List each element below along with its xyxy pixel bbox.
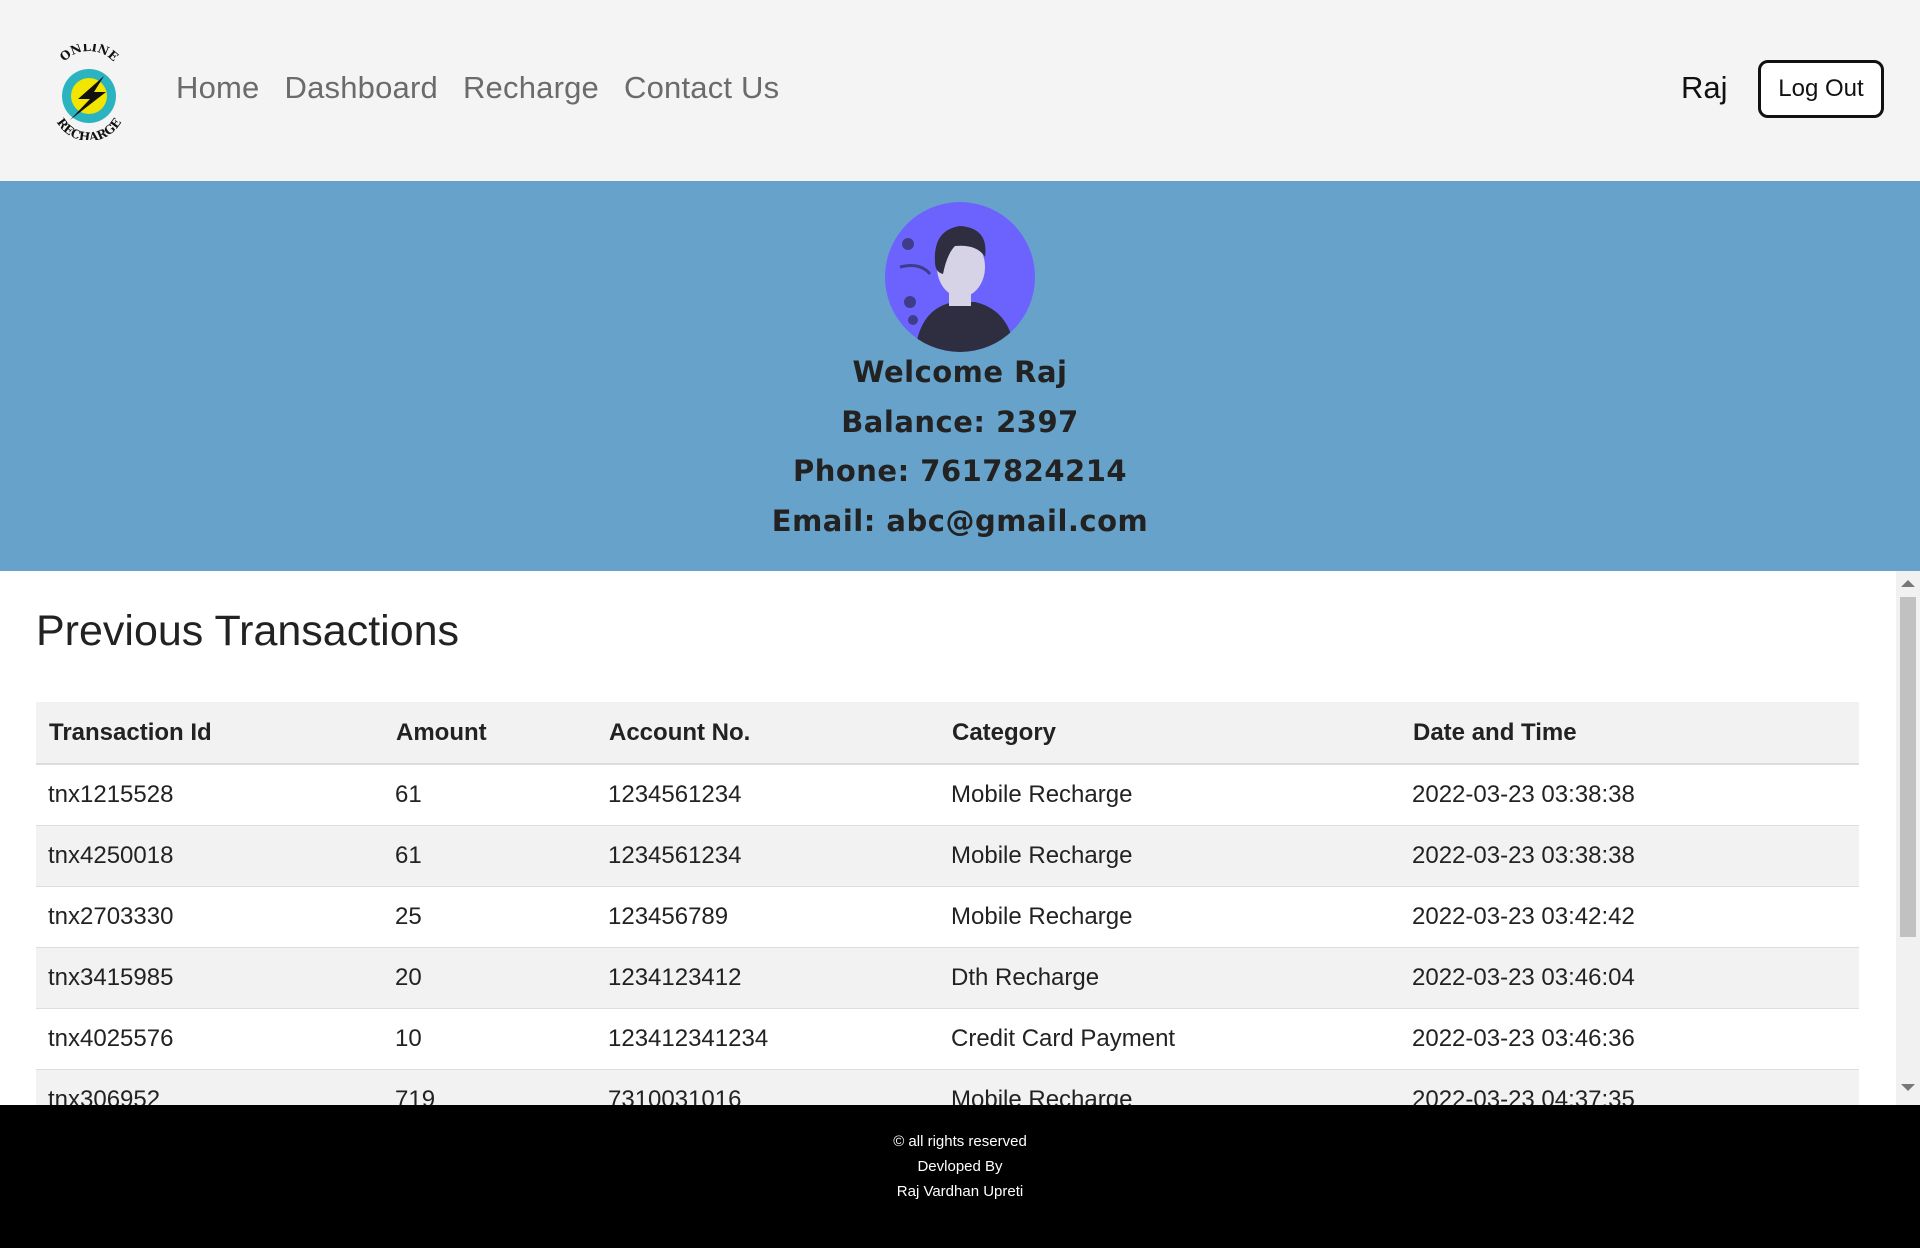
balance-text: Balance: 2397 xyxy=(841,405,1079,439)
table-row: tnx4250018 61 1234561234 Mobile Recharge… xyxy=(36,825,1859,887)
cell-account-no: 7310031016 xyxy=(596,1069,939,1105)
svg-text:ONLINE: ONLINE xyxy=(57,44,121,64)
nav-contact-us[interactable]: Contact Us xyxy=(624,70,779,106)
cell-transaction-id: tnx3415985 xyxy=(36,947,383,1009)
footer: © all rights reserved Devloped By Raj Va… xyxy=(0,1105,1920,1248)
transactions-table: Transaction Id Amount Account No. Catego… xyxy=(36,702,1859,1105)
scrollbar-thumb[interactable] xyxy=(1900,597,1916,937)
table-header-row: Transaction Id Amount Account No. Catego… xyxy=(36,702,1859,765)
cell-account-no: 123412341234 xyxy=(596,1008,939,1070)
table-row: tnx1215528 61 1234561234 Mobile Recharge… xyxy=(36,764,1859,826)
cell-amount: 10 xyxy=(383,1008,596,1070)
cell-category: Mobile Recharge xyxy=(939,886,1400,948)
cell-date-time: 2022-03-23 04:37:35 xyxy=(1400,1069,1859,1105)
cell-category: Credit Card Payment xyxy=(939,1008,1400,1070)
cell-amount: 61 xyxy=(383,825,596,887)
cell-transaction-id: tnx2703330 xyxy=(36,886,383,948)
cell-amount: 61 xyxy=(383,764,596,826)
cell-transaction-id: tnx306952 xyxy=(36,1069,383,1105)
user-avatar xyxy=(885,202,1035,352)
table-row: tnx3415985 20 1234123412 Dth Recharge 20… xyxy=(36,947,1859,1009)
top-navbar: ONLINE RECHARGE Home Dashboard Recharge … xyxy=(0,0,1920,181)
header-account-no: Account No. xyxy=(596,702,939,765)
cell-transaction-id: tnx4250018 xyxy=(36,825,383,887)
logout-button[interactable]: Log Out xyxy=(1758,60,1884,118)
cell-category: Mobile Recharge xyxy=(939,825,1400,887)
cell-date-time: 2022-03-23 03:42:42 xyxy=(1400,886,1859,948)
header-amount: Amount xyxy=(383,702,596,765)
main-nav: Home Dashboard Recharge Contact Us xyxy=(176,70,779,106)
phone-text: Phone: 7617824214 xyxy=(792,454,1128,488)
footer-author: Raj Vardhan Upreti xyxy=(896,1183,1024,1200)
cell-date-time: 2022-03-23 03:38:38 xyxy=(1400,825,1859,887)
online-recharge-logo[interactable]: ONLINE RECHARGE xyxy=(44,44,134,140)
cell-account-no: 1234561234 xyxy=(596,825,939,887)
nav-dashboard[interactable]: Dashboard xyxy=(285,70,438,106)
cell-transaction-id: tnx4025576 xyxy=(36,1008,383,1070)
cell-category: Mobile Recharge xyxy=(939,764,1400,826)
cell-category: Dth Recharge xyxy=(939,947,1400,1009)
cell-category: Mobile Recharge xyxy=(939,1069,1400,1105)
footer-developed-by: Devloped By xyxy=(917,1158,1003,1175)
nav-recharge[interactable]: Recharge xyxy=(463,70,599,106)
welcome-text: Welcome Raj xyxy=(852,355,1068,389)
cell-account-no: 1234561234 xyxy=(596,764,939,826)
cell-transaction-id: tnx1215528 xyxy=(36,764,383,826)
cell-amount: 25 xyxy=(383,886,596,948)
scroll-up-arrow-icon[interactable] xyxy=(1901,580,1915,587)
cell-account-no: 1234123412 xyxy=(596,947,939,1009)
cell-amount: 20 xyxy=(383,947,596,1009)
email-text: Email: abc@gmail.com xyxy=(771,504,1149,538)
cell-account-no: 123456789 xyxy=(596,886,939,948)
cell-date-time: 2022-03-23 03:46:36 xyxy=(1400,1008,1859,1070)
scroll-down-arrow-icon[interactable] xyxy=(1901,1084,1915,1091)
nav-home[interactable]: Home xyxy=(176,70,260,106)
header-transaction-id: Transaction Id xyxy=(36,702,383,765)
header-date-time: Date and Time xyxy=(1400,702,1859,765)
cell-date-time: 2022-03-23 03:38:38 xyxy=(1400,764,1859,826)
cell-amount: 719 xyxy=(383,1069,596,1105)
profile-banner: Welcome Raj Balance: 2397 Phone: 7617824… xyxy=(0,181,1920,571)
cell-date-time: 2022-03-23 03:46:04 xyxy=(1400,947,1859,1009)
user-name: Raj xyxy=(1681,70,1728,105)
table-row: tnx306952 719 7310031016 Mobile Recharge… xyxy=(36,1069,1859,1105)
transactions-section[interactable]: Previous Transactions Transaction Id Amo… xyxy=(0,571,1896,1105)
footer-copyright: © all rights reserved xyxy=(893,1133,1027,1150)
table-row: tnx4025576 10 123412341234 Credit Card P… xyxy=(36,1008,1859,1070)
table-row: tnx2703330 25 123456789 Mobile Recharge … xyxy=(36,886,1859,948)
section-title: Previous Transactions xyxy=(36,607,460,655)
header-category: Category xyxy=(939,702,1400,765)
